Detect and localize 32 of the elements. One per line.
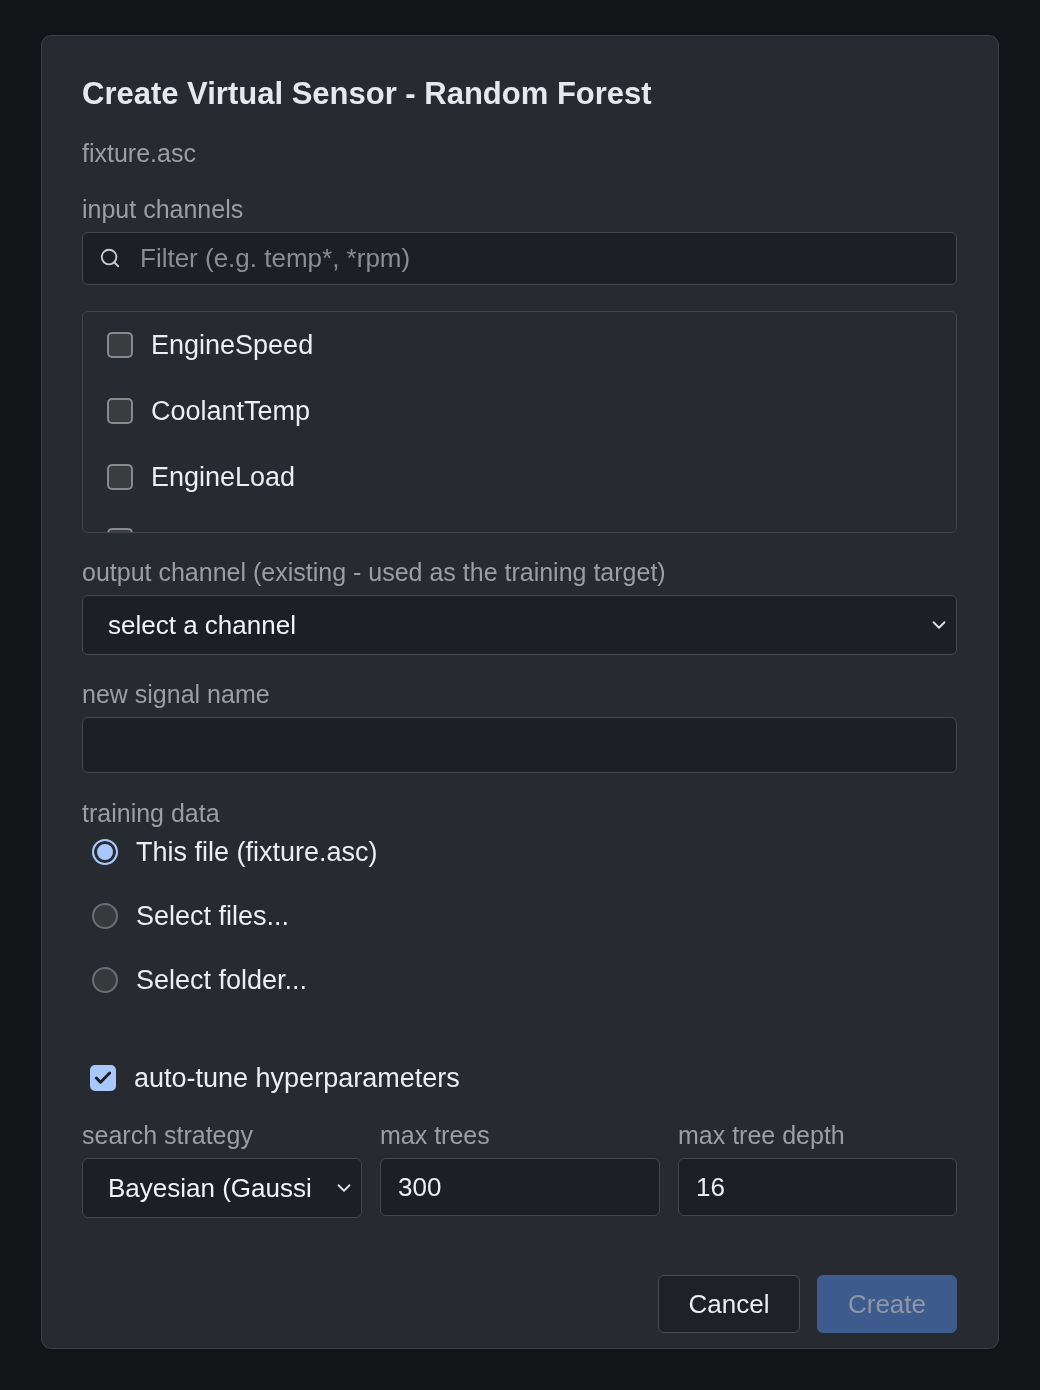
field-label: input channels — [82, 195, 245, 223]
field-label: max tree depth — [678, 1121, 846, 1149]
search-field[interactable]: Filter (e.g. temp*, *rpm) — [82, 232, 957, 285]
file-name: fixture.asc — [82, 139, 197, 167]
dialog-title: Create Virtual Sensor - Random Forest — [82, 77, 653, 111]
input-field[interactable]: 16 — [678, 1158, 957, 1216]
strategy-dropdown[interactable]: Bayesian (Gaussi — [82, 1158, 362, 1218]
input-field[interactable] — [82, 717, 957, 773]
checkbox[interactable] — [107, 464, 133, 490]
field-label: training data — [82, 801, 221, 825]
checkbox[interactable] — [107, 398, 133, 424]
radio-button[interactable] — [92, 967, 118, 993]
checkbox[interactable] — [107, 332, 133, 358]
channel-label: EngineLoad — [151, 461, 296, 493]
field-label: output channel (existing - used as the training target) — [82, 558, 667, 586]
checkbox[interactable] — [90, 1065, 116, 1091]
radio-label: This file (fixture.asc) — [136, 836, 378, 868]
field-label: new signal name — [82, 680, 271, 708]
channel-label: CoolantTemp — [151, 395, 311, 427]
search-icon — [99, 247, 121, 269]
radio-label: Select folder... — [136, 964, 308, 996]
field-label: search strategy — [82, 1121, 254, 1149]
radio-button[interactable] — [92, 839, 118, 865]
input-field[interactable]: 300 — [380, 1158, 660, 1216]
radio-button[interactable] — [92, 903, 118, 929]
radio-label: Select files... — [136, 900, 290, 932]
channel-dropdown[interactable]: select a channel — [82, 595, 957, 655]
cancel-button[interactable]: Cancel — [658, 1275, 800, 1333]
checkbox-label: auto-tune hyperparameters — [134, 1062, 460, 1094]
channel-label: EngineSpeed — [151, 329, 314, 361]
checkbox[interactable] — [107, 528, 133, 532]
field-label: max trees — [380, 1121, 491, 1149]
